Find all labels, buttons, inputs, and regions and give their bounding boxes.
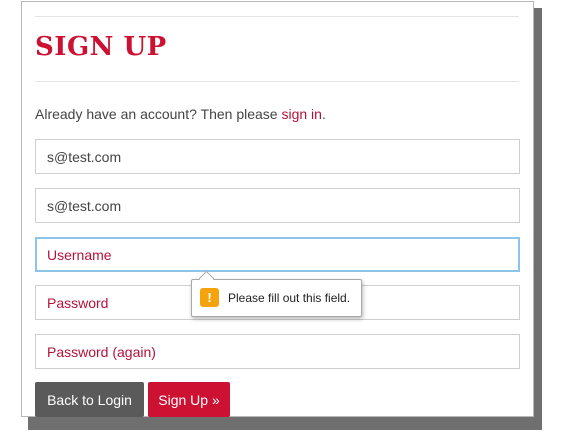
email-field[interactable]	[35, 139, 520, 174]
email-confirm-field[interactable]	[35, 188, 520, 223]
password-again-field[interactable]	[35, 334, 520, 369]
page-title: SIGN UP	[35, 32, 167, 62]
warning-icon: !	[200, 288, 219, 307]
sign-up-button[interactable]: Sign Up »	[148, 382, 230, 417]
signin-prompt-text: Already have an account? Then please	[35, 106, 282, 122]
validation-tooltip: ! Please fill out this field.	[191, 270, 362, 317]
username-field[interactable]	[35, 237, 520, 272]
divider-under-title	[35, 81, 519, 82]
page: SIGN UP Already have an account? Then pl…	[0, 0, 565, 439]
signin-link[interactable]: sign in	[281, 106, 321, 122]
signin-prompt-suffix: .	[321, 106, 326, 122]
back-to-login-button[interactable]: Back to Login	[35, 382, 144, 417]
signup-card: SIGN UP Already have an account? Then pl…	[21, 1, 534, 417]
divider-top	[35, 16, 519, 17]
validation-message: Please fill out this field.	[228, 291, 351, 305]
signin-prompt: Already have an account? Then please sig…	[35, 105, 326, 123]
